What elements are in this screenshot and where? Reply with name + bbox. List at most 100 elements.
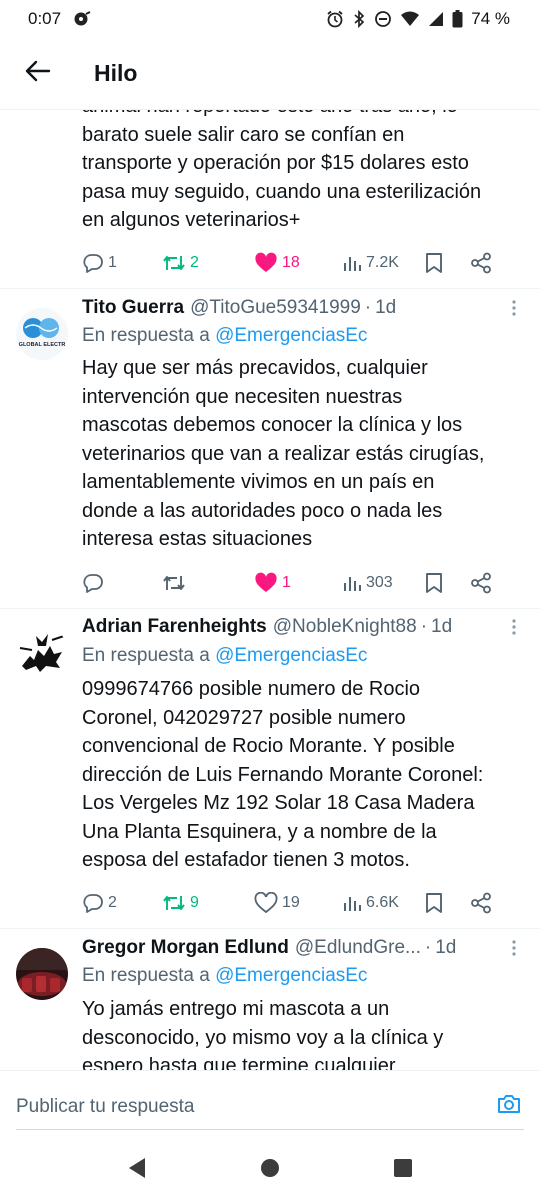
tweet-card[interactable]: GLOBAL ELECTR Tito Guerra @TitoGue593419…	[0, 288, 540, 608]
wifi-icon	[400, 11, 420, 27]
more-vertical-icon	[511, 618, 517, 641]
retweet-icon	[162, 892, 186, 914]
nav-back-button[interactable]	[117, 1150, 157, 1190]
author-handle[interactable]: @EdlundGre...	[295, 934, 421, 962]
system-nav-bar	[0, 1140, 540, 1200]
like-count: 18	[282, 254, 300, 271]
triangle-back-icon	[127, 1157, 147, 1184]
retweet-button[interactable]: 9	[162, 892, 254, 914]
share-button[interactable]	[470, 572, 492, 594]
heart-icon	[254, 572, 278, 594]
tweet-header: Adrian Farenheights @NobleKnight88 · 1d	[82, 613, 520, 641]
share-icon	[470, 252, 492, 274]
signal-icon	[428, 11, 444, 27]
retweet-button[interactable]: 2	[162, 252, 254, 274]
like-button[interactable]: 18	[254, 252, 342, 274]
share-icon	[470, 572, 492, 594]
tweet-time[interactable]: 1d	[375, 294, 396, 322]
status-bar: 0:07 74 %	[0, 0, 540, 38]
camera-button[interactable]	[494, 1091, 524, 1121]
status-time: 0:07	[28, 9, 62, 28]
dnd-icon	[374, 10, 392, 28]
author-name[interactable]: Tito Guerra	[82, 294, 184, 322]
bookmark-icon	[424, 252, 444, 274]
reply-button[interactable]	[82, 572, 162, 594]
tweet-actions: 1 303	[82, 567, 522, 599]
tweet-text: animal han reportado esto año tras año, …	[82, 110, 482, 231]
battery-icon	[452, 10, 463, 28]
author-handle[interactable]: @NobleKnight88	[273, 613, 417, 641]
avatar[interactable]	[16, 626, 68, 678]
nav-home-button[interactable]	[250, 1150, 290, 1190]
tweet-time[interactable]: 1d	[431, 613, 452, 641]
like-button[interactable]: 1	[254, 572, 342, 594]
mention-link[interactable]: @EmergenciasEc	[215, 325, 367, 346]
views-icon	[342, 573, 362, 593]
retweet-icon	[162, 572, 186, 594]
like-count: 19	[282, 894, 300, 911]
bookmark-button[interactable]	[424, 252, 460, 274]
reply-icon	[82, 892, 104, 914]
retweet-count: 9	[190, 894, 199, 911]
partial-tweet[interactable]: animal han reportado esto año tras año, …	[0, 110, 540, 235]
square-recents-icon	[393, 1158, 413, 1183]
tweet-card[interactable]: Adrian Farenheights @NobleKnight88 · 1d …	[0, 608, 540, 928]
arrow-left-icon	[25, 59, 51, 88]
battery-level: 74 %	[471, 9, 510, 28]
bookmark-button[interactable]	[424, 892, 460, 914]
author-handle[interactable]: @TitoGue59341999	[190, 294, 361, 322]
bookmark-button[interactable]	[424, 572, 460, 594]
views-count: 303	[366, 574, 393, 591]
more-button[interactable]	[502, 296, 526, 324]
share-button[interactable]	[470, 892, 492, 914]
like-button[interactable]: 19	[254, 892, 342, 914]
tweet-card[interactable]: Gregor Morgan Edlund @EdlundGre... · 1d …	[0, 928, 540, 1070]
back-button[interactable]	[8, 44, 68, 104]
views-button[interactable]: 7.2K	[342, 253, 424, 273]
reply-icon	[82, 572, 104, 594]
views-button[interactable]: 303	[342, 573, 424, 593]
author-name[interactable]: Gregor Morgan Edlund	[82, 934, 289, 962]
tweet-actions: 1 2 18 7.2K	[82, 247, 522, 279]
avatar[interactable]	[16, 948, 68, 1000]
separator-dot: ·	[364, 297, 372, 318]
tweet-actions: 2 9 19 6.6K	[82, 887, 522, 919]
thread-header: Hilo	[0, 38, 540, 110]
tweet-text: 0999674766 posible numero de Rocio Coron…	[82, 678, 484, 871]
bookmark-icon	[424, 572, 444, 594]
tweet-time[interactable]: 1d	[435, 934, 456, 962]
reply-button[interactable]: 1	[82, 252, 162, 274]
views-count: 7.2K	[366, 254, 399, 271]
more-vertical-icon	[511, 939, 517, 962]
share-button[interactable]	[470, 252, 492, 274]
reply-context: En respuesta a @EmergenciasEc	[82, 325, 368, 346]
thread-feed[interactable]: animal han reportado esto año tras año, …	[0, 110, 540, 1070]
mention-link[interactable]: @EmergenciasEc	[215, 645, 367, 666]
camera-icon	[496, 1092, 522, 1121]
retweet-icon	[162, 252, 186, 274]
retweet-button[interactable]	[162, 572, 254, 594]
more-button[interactable]	[502, 936, 526, 964]
reply-input[interactable]: Publicar tu respuesta	[16, 1089, 476, 1125]
avatar[interactable]: GLOBAL ELECTR	[16, 308, 68, 360]
reply-count: 1	[108, 254, 117, 271]
reply-icon	[82, 252, 104, 274]
more-vertical-icon	[511, 299, 517, 322]
page-title: Hilo	[94, 60, 138, 86]
views-icon	[342, 893, 362, 913]
more-button[interactable]	[502, 615, 526, 643]
views-button[interactable]: 6.6K	[342, 893, 424, 913]
separator-dot: ·	[424, 937, 432, 958]
tweet-header: Tito Guerra @TitoGue59341999 · 1d	[82, 294, 520, 322]
bluetooth-icon	[352, 10, 366, 28]
input-underline	[16, 1129, 524, 1130]
share-icon	[470, 892, 492, 914]
svg-text:GLOBAL ELECTR: GLOBAL ELECTR	[19, 342, 66, 348]
author-name[interactable]: Adrian Farenheights	[82, 613, 267, 641]
reply-button[interactable]: 2	[82, 892, 162, 914]
nav-recents-button[interactable]	[383, 1150, 423, 1190]
mention-link[interactable]: @EmergenciasEc	[215, 965, 367, 986]
heart-icon	[254, 892, 278, 914]
views-count: 6.6K	[366, 894, 399, 911]
bookmark-icon	[424, 892, 444, 914]
